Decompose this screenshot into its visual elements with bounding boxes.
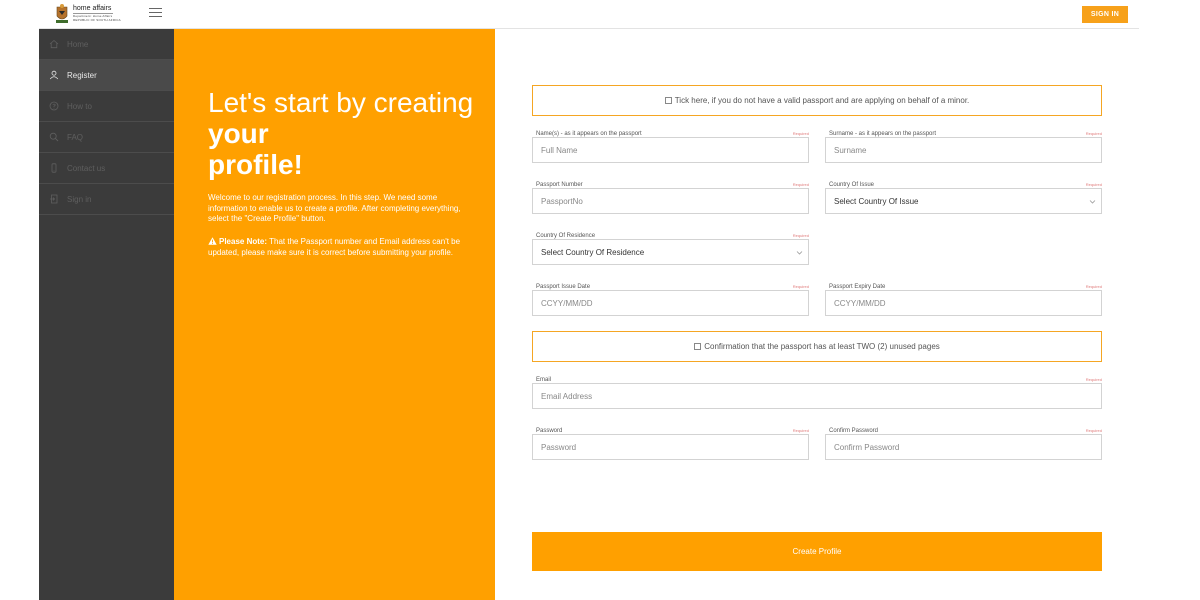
- required-indicator: Required: [792, 131, 809, 136]
- required-indicator: Required: [792, 233, 809, 238]
- sidebar-item-sign-in[interactable]: Sign in: [39, 184, 174, 215]
- country-of-residence-select[interactable]: Select Country Of Residence: [532, 239, 809, 265]
- sidebar-item-faq[interactable]: FAQ: [39, 122, 174, 153]
- logo-line4: REPUBLIC OF SOUTH AFRICA: [73, 18, 121, 22]
- sidebar-item-contact-us[interactable]: Contact us: [39, 153, 174, 184]
- country-of-issue-select[interactable]: Select Country Of Issue: [825, 188, 1102, 214]
- sidebar-item-label: Sign in: [67, 194, 92, 204]
- required-indicator: Required: [792, 182, 809, 187]
- required-indicator: Required: [1085, 377, 1102, 382]
- page-title: Let's start by creating your profile!: [208, 87, 474, 180]
- required-indicator: Required: [1085, 284, 1102, 289]
- minor-checkbox[interactable]: [664, 97, 672, 104]
- passport-issue-date-input[interactable]: CCYY/MM/DD: [532, 290, 809, 316]
- home-icon: [49, 39, 59, 49]
- sign-in-icon: [49, 194, 59, 204]
- sidebar-item-register[interactable]: Register: [39, 60, 174, 91]
- top-bar: home affairs Department: Home Affairs RE…: [39, 0, 1139, 29]
- unused-pages-checkbox-panel[interactable]: Confirmation that the passport has at le…: [532, 331, 1102, 362]
- chevron-down-icon: [796, 251, 803, 255]
- sidebar-item-how-to[interactable]: How to: [39, 91, 174, 122]
- sidebar: Home Register How to FAQ Contact us Sign…: [39, 29, 174, 600]
- required-indicator: Required: [1085, 131, 1102, 136]
- menu-toggle-icon[interactable]: [149, 8, 162, 18]
- please-note-text: Please Note: That the Passport number an…: [208, 237, 461, 257]
- registration-form: Tick here, if you do not have a valid pa…: [495, 29, 1139, 600]
- minor-checkbox-panel[interactable]: Tick here, if you do not have a valid pa…: [532, 85, 1102, 116]
- help-icon: [49, 101, 59, 111]
- logo-line1: home affairs: [73, 5, 112, 12]
- passport-number-input[interactable]: PassportNo: [532, 188, 809, 214]
- coat-of-arms-icon: [56, 4, 68, 23]
- chevron-down-icon: [1089, 200, 1096, 204]
- required-indicator: Required: [792, 428, 809, 433]
- required-indicator: Required: [1085, 182, 1102, 187]
- minor-checkbox-label: Tick here, if you do not have a valid pa…: [674, 96, 970, 105]
- intro-panel: Let's start by creating your profile! Wel…: [174, 29, 495, 600]
- passport-expiry-date-input[interactable]: CCYY/MM/DD: [825, 290, 1102, 316]
- email-input[interactable]: Email Address: [532, 383, 1102, 409]
- create-profile-button[interactable]: Create Profile: [532, 532, 1102, 571]
- sidebar-item-label: How to: [67, 101, 92, 111]
- required-indicator: Required: [1085, 428, 1102, 433]
- sidebar-item-home[interactable]: Home: [39, 29, 174, 60]
- unused-pages-checkbox-label: Confirmation that the passport has at le…: [704, 342, 940, 351]
- phone-icon: [49, 163, 59, 173]
- search-icon: [49, 132, 59, 142]
- home-affairs-logo[interactable]: home affairs Department: Home Affairs RE…: [55, 3, 121, 25]
- surname-input[interactable]: Surname: [825, 137, 1102, 163]
- sign-in-button[interactable]: SIGN IN: [1082, 6, 1128, 23]
- sidebar-item-label: Contact us: [67, 163, 106, 173]
- intro-text: Welcome to our registration process. In …: [208, 193, 461, 223]
- sidebar-item-label: FAQ: [67, 132, 84, 142]
- user-icon: [49, 70, 59, 80]
- sidebar-item-label: Register: [67, 70, 97, 80]
- unused-pages-checkbox[interactable]: [694, 343, 702, 350]
- confirm-password-input[interactable]: Confirm Password: [825, 434, 1102, 460]
- sidebar-item-label: Home: [67, 39, 89, 49]
- full-name-input[interactable]: Full Name: [532, 137, 809, 163]
- required-indicator: Required: [792, 284, 809, 289]
- warning-icon: [208, 237, 217, 245]
- password-input[interactable]: Password: [532, 434, 809, 460]
